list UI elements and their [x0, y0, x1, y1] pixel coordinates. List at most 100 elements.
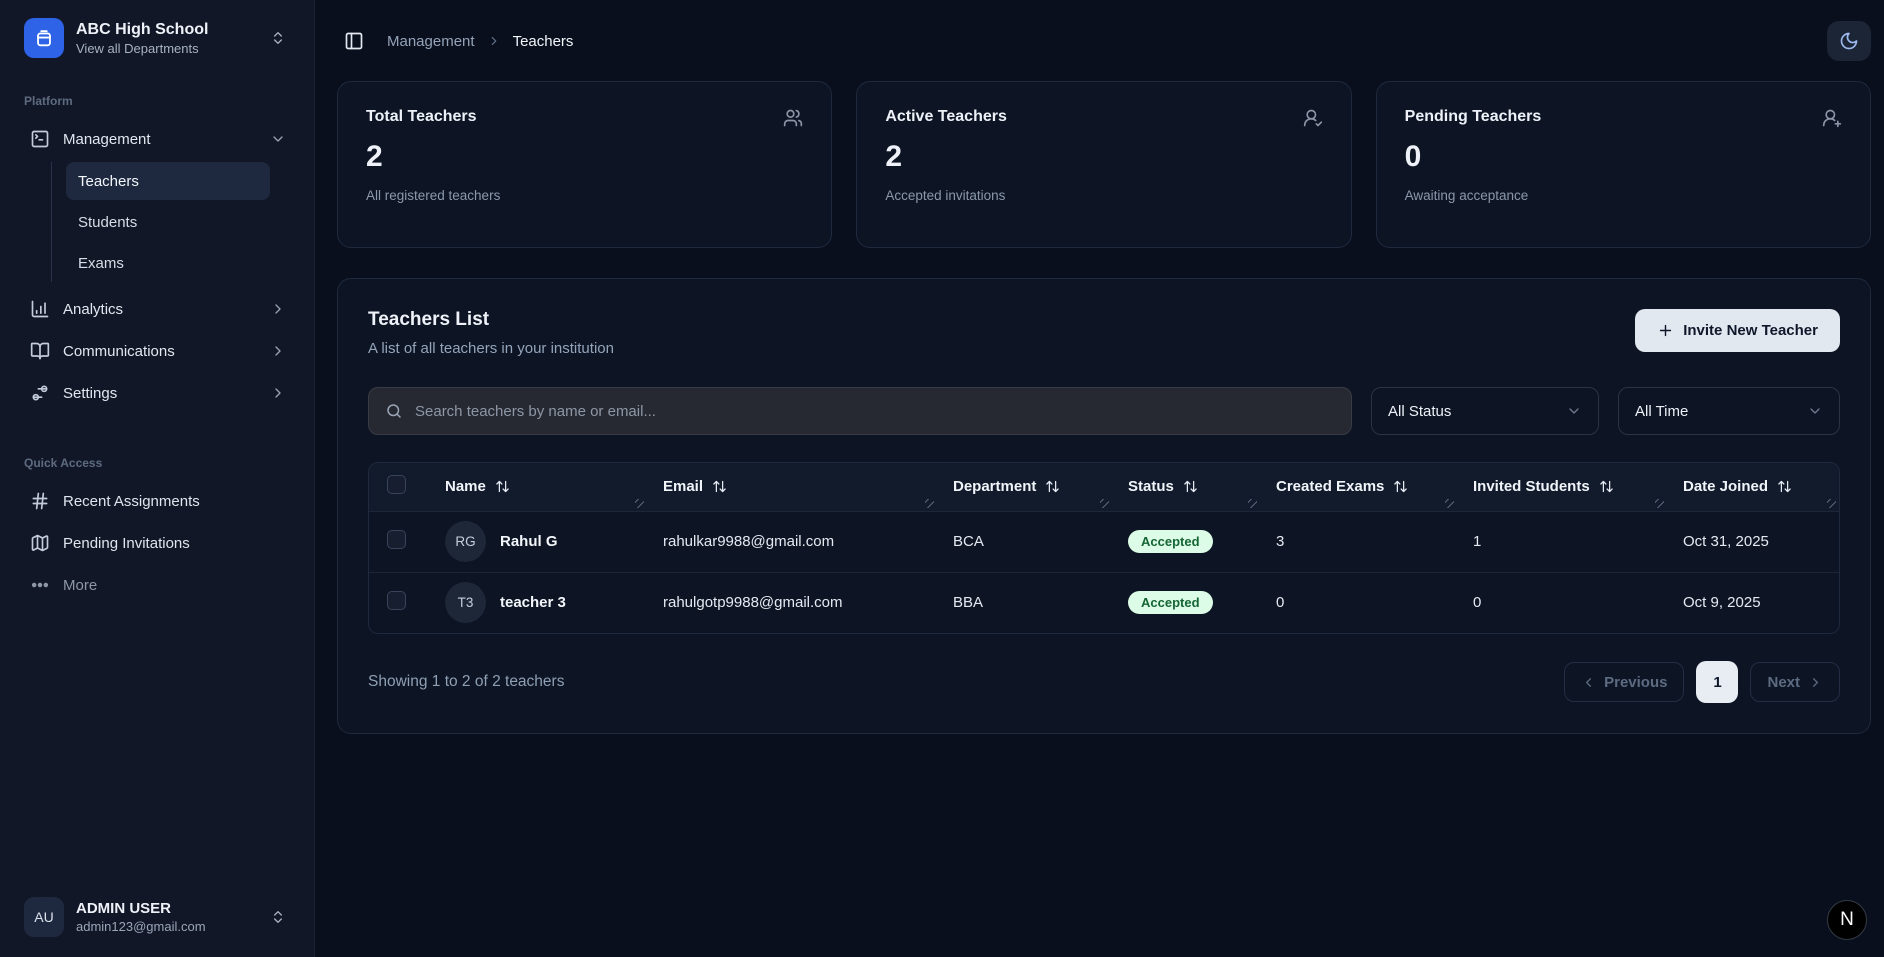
stat-cards: Total Teachers 2 All registered teachers…: [337, 81, 1871, 248]
sort-icon: [1777, 479, 1792, 494]
users-icon: [783, 108, 803, 128]
teacher-row: RG Rahul G rahulkar9988@gmail.com BCA Ac…: [369, 511, 1839, 572]
map-icon: [30, 533, 50, 553]
row-checkbox[interactable]: [387, 591, 406, 610]
sidebar-item-exams[interactable]: Exams: [66, 244, 270, 282]
created-exams-cell: 3: [1260, 511, 1457, 572]
column-header-email[interactable]: Email: [647, 463, 937, 511]
chevron-down-icon: [270, 131, 286, 147]
email-cell: rahulgotp9988@gmail.com: [647, 572, 937, 633]
column-header-date-joined[interactable]: Date Joined: [1667, 463, 1839, 511]
column-header-created-exams[interactable]: Created Exams: [1260, 463, 1457, 511]
column-header-invited-students[interactable]: Invited Students: [1457, 463, 1667, 511]
column-resize-handle[interactable]: [1100, 499, 1109, 508]
nav-label: Analytics: [63, 301, 257, 318]
stat-title: Active Teachers: [885, 108, 1007, 126]
sidebar-item-management[interactable]: Management: [20, 118, 294, 160]
sidebar-item-pending-invitations[interactable]: Pending Invitations: [20, 522, 294, 564]
chevron-right-icon: [270, 385, 286, 401]
column-resize-handle[interactable]: [1445, 499, 1454, 508]
chevron-down-icon: [1807, 403, 1823, 419]
sidebar-item-more[interactable]: More: [20, 564, 294, 606]
next-page-button[interactable]: Next: [1750, 662, 1840, 702]
breadcrumb: Management Teachers: [387, 33, 573, 50]
list-controls: All Status All Time: [368, 387, 1840, 435]
user-text: ADMIN USER admin123@gmail.com: [76, 900, 206, 934]
platform-section-label: Platform: [24, 94, 290, 108]
status-filter-value: All Status: [1388, 403, 1451, 420]
stat-value: 2: [885, 140, 1322, 174]
dev-tools-badge[interactable]: N: [1827, 900, 1867, 940]
sort-icon: [1599, 479, 1614, 494]
sidebar-item-students[interactable]: Students: [66, 203, 270, 241]
sliders-icon: [30, 383, 50, 403]
breadcrumb-management-link[interactable]: Management: [387, 33, 475, 50]
panel-title: Teachers List: [368, 309, 614, 331]
chevron-right-icon: [1808, 675, 1823, 690]
column-header-name[interactable]: Name: [429, 463, 647, 511]
invited-students-cell: 0: [1457, 572, 1667, 633]
topbar: Management Teachers: [337, 18, 1871, 64]
sidebar-toggle-button[interactable]: [337, 24, 371, 58]
column-resize-handle[interactable]: [925, 499, 934, 508]
status-badge: Accepted: [1128, 591, 1213, 614]
stat-card-pending-teachers: Pending Teachers 0 Awaiting acceptance: [1376, 81, 1871, 248]
org-name: ABC High School: [76, 20, 258, 40]
search-input[interactable]: [415, 403, 1335, 420]
created-exams-cell: 0: [1260, 572, 1457, 633]
org-switcher[interactable]: ABC High School View all Departments: [20, 12, 294, 64]
school-bag-icon: [24, 18, 64, 58]
results-summary: Showing 1 to 2 of 2 teachers: [368, 673, 564, 691]
status-cell: Accepted: [1112, 511, 1260, 572]
email-cell: rahulkar9988@gmail.com: [647, 511, 937, 572]
chevron-left-icon: [1581, 675, 1596, 690]
nav-label: Recent Assignments: [63, 493, 200, 510]
hash-icon: [30, 491, 50, 511]
column-header-status[interactable]: Status: [1112, 463, 1260, 511]
column-resize-handle[interactable]: [1827, 499, 1836, 508]
nav-label: Pending Invitations: [63, 535, 190, 552]
sidebar-item-communications[interactable]: Communications: [20, 330, 294, 372]
row-checkbox[interactable]: [387, 530, 406, 549]
theme-toggle-button[interactable]: [1827, 21, 1871, 61]
sidebar-item-analytics[interactable]: Analytics: [20, 288, 294, 330]
teachers-table: Name Email Department: [368, 462, 1840, 634]
page-number-button[interactable]: 1: [1696, 661, 1738, 703]
nav-label: Management: [63, 131, 257, 148]
column-resize-handle[interactable]: [635, 499, 644, 508]
select-all-checkbox[interactable]: [387, 475, 406, 494]
name-cell: T3 teacher 3: [429, 572, 647, 633]
previous-page-button[interactable]: Previous: [1564, 662, 1684, 702]
user-name: ADMIN USER: [76, 900, 206, 918]
status-badge: Accepted: [1128, 530, 1213, 553]
time-filter-select[interactable]: All Time: [1618, 387, 1840, 435]
stat-value: 2: [366, 140, 803, 174]
stat-card-total-teachers: Total Teachers 2 All registered teachers: [337, 81, 832, 248]
square-terminal-icon: [30, 129, 50, 149]
column-resize-handle[interactable]: [1655, 499, 1664, 508]
user-check-icon: [1303, 108, 1323, 128]
teacher-row: T3 teacher 3 rahulgotp9988@gmail.com BBA…: [369, 572, 1839, 633]
status-filter-select[interactable]: All Status: [1371, 387, 1599, 435]
pagination: Previous 1 Next: [1564, 661, 1840, 703]
user-menu[interactable]: AU ADMIN USER admin123@gmail.com: [20, 891, 294, 943]
org-text: ABC High School View all Departments: [76, 20, 258, 56]
avatar: T3: [445, 582, 486, 623]
column-header-department[interactable]: Department: [937, 463, 1112, 511]
sidebar-item-teachers[interactable]: Teachers: [66, 162, 270, 200]
sidebar-item-recent-assignments[interactable]: Recent Assignments: [20, 480, 294, 522]
breadcrumb-current-page: Teachers: [513, 33, 574, 50]
sidebar-item-settings[interactable]: Settings: [20, 372, 294, 414]
stat-caption: Accepted invitations: [885, 188, 1322, 203]
invite-new-teacher-button[interactable]: Invite New Teacher: [1635, 309, 1840, 352]
invited-students-cell: 1: [1457, 511, 1667, 572]
status-cell: Accepted: [1112, 572, 1260, 633]
department-cell: BBA: [937, 572, 1112, 633]
column-resize-handle[interactable]: [1248, 499, 1257, 508]
quick-access-nav: Recent Assignments Pending Invitations M…: [20, 480, 294, 606]
plus-icon: [1657, 322, 1674, 339]
list-footer: Showing 1 to 2 of 2 teachers Previous 1 …: [368, 661, 1840, 703]
stat-title: Total Teachers: [366, 108, 477, 126]
avatar: RG: [445, 521, 486, 562]
nav-label: Communications: [63, 343, 257, 360]
